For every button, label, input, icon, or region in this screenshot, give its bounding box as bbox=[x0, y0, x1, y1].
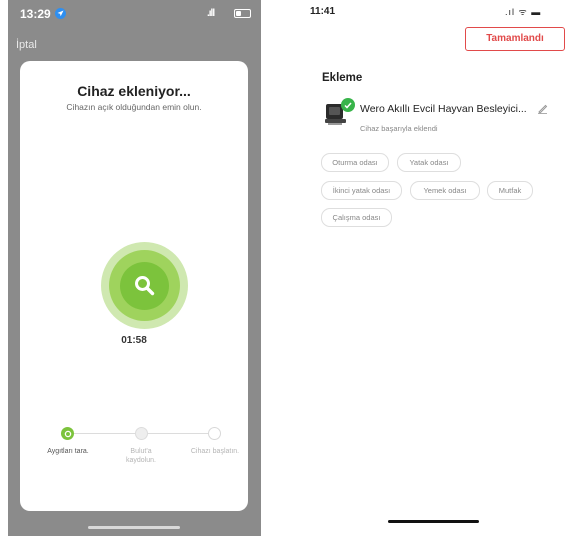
status-bar: 13:29 .ıll bbox=[8, 0, 261, 28]
step-cloud-icon bbox=[135, 427, 148, 440]
signal-icon: .ıll bbox=[207, 8, 215, 19]
room-chip[interactable]: Oturma odası bbox=[321, 153, 389, 172]
search-icon bbox=[135, 276, 155, 296]
countdown-timer: 01:58 bbox=[121, 335, 147, 346]
adding-device-card: Cihaz ekleniyor... Cihazın açık olduğund… bbox=[20, 61, 248, 511]
device-name: Wero Akıllı Evcil Hayvan Besleyici... bbox=[360, 103, 527, 115]
section-title: Ekleme bbox=[322, 72, 363, 84]
card-subtitle: Cihazın açık olduğundan emin olun. bbox=[66, 102, 202, 112]
room-chip[interactable]: Yemek odası bbox=[410, 181, 480, 200]
step-label: Cihazı başlatın. bbox=[190, 448, 240, 455]
step-scan-icon bbox=[61, 427, 74, 440]
room-chip[interactable]: Çalışma odası bbox=[321, 208, 392, 227]
step-label: Bulut'a kaydolun. bbox=[126, 448, 156, 464]
cancel-button[interactable]: İptal bbox=[16, 39, 37, 51]
status-time: 11:41 bbox=[310, 6, 336, 17]
battery-icon bbox=[234, 9, 251, 18]
status-icons: .ıl ᯤ ▬ bbox=[505, 7, 542, 17]
edit-icon[interactable] bbox=[537, 103, 548, 114]
step-label: Aygıtları tara. bbox=[47, 448, 89, 455]
location-icon bbox=[55, 8, 66, 19]
step-initialize-icon bbox=[208, 427, 221, 440]
right-phone-screen: 11:41 .ıl ᯤ ▬ Tamamlandı Ekleme Wero Akı… bbox=[305, 0, 565, 536]
left-phone-screen: 13:29 .ıll İptal Cihaz ekleniyor... Ciha… bbox=[8, 0, 261, 536]
card-title: Cihaz ekleniyor... bbox=[77, 83, 191, 99]
room-chip[interactable]: Yatak odası bbox=[397, 153, 461, 172]
done-button[interactable]: Tamamlandı bbox=[465, 27, 565, 51]
device-status: Cihaz başarıyla eklendi bbox=[360, 124, 438, 133]
room-chip[interactable]: İkinci yatak odası bbox=[321, 181, 402, 200]
status-time: 13:29 bbox=[20, 7, 51, 21]
home-indicator bbox=[88, 526, 180, 529]
success-check-icon bbox=[341, 98, 355, 112]
room-chip[interactable]: Mutfak bbox=[487, 181, 533, 200]
home-indicator bbox=[388, 520, 479, 523]
